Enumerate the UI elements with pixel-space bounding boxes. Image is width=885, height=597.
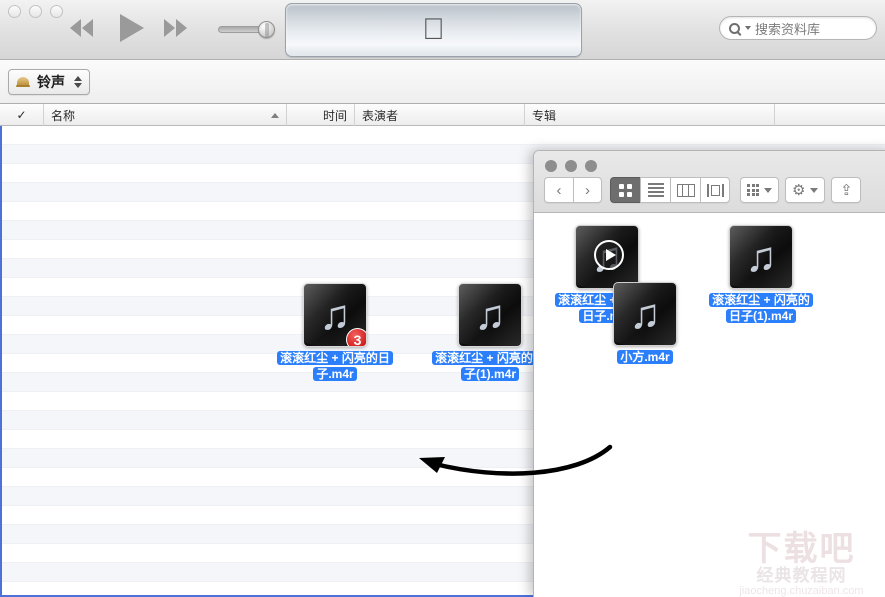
finder-file-grid[interactable]: ♫ 滚滚红尘 + 闪亮的日子.m4r ♫ 滚滚红尘 + 闪亮的日子(1).m4r <box>534 213 885 597</box>
volume-knob[interactable] <box>258 21 275 38</box>
itunes-titlebar:  搜索资料库 <box>0 0 885 60</box>
columns-icon <box>677 184 695 197</box>
search-dropdown-icon[interactable] <box>745 26 751 30</box>
finder-titlebar: ‹ › <box>534 151 885 213</box>
column-header-time[interactable]: 时间 <box>287 104 355 126</box>
gear-icon: ⚙ <box>792 183 805 198</box>
coverflow-icon <box>707 184 724 197</box>
audio-file-icon: ♫ <box>729 225 793 289</box>
column-view-button[interactable] <box>670 177 700 203</box>
music-note-icon: ♫ <box>614 283 676 345</box>
bell-icon <box>16 75 30 89</box>
grid-icon <box>619 184 632 197</box>
arrange-button[interactable] <box>740 177 779 203</box>
column-header-artist-label: 表演者 <box>362 107 398 124</box>
track-list-header: ✓ 名称 时间 表演者 专辑 <box>0 104 885 126</box>
share-button[interactable]: ⇪ <box>831 177 861 203</box>
finder-file-item[interactable]: ♫ 滚滚红尘 + 闪亮的日子(1).m4r <box>706 225 816 324</box>
drag-ghost-item: ♫ 3 滚滚红尘 + 闪亮的日子.m4r <box>275 283 395 382</box>
coverflow-view-button[interactable] <box>700 177 730 203</box>
icon-view-button[interactable] <box>610 177 640 203</box>
arrange-icon <box>747 184 759 196</box>
music-note-icon: ♫ <box>730 226 792 288</box>
stepper-icon[interactable] <box>74 76 82 88</box>
search-placeholder: 搜索资料库 <box>755 19 820 38</box>
window-traffic-lights <box>8 5 63 18</box>
track-row-empty <box>2 126 885 145</box>
play-icon[interactable] <box>120 14 144 42</box>
screenshot-root:  搜索资料库 铃声 铃声 iPhone <box>0 0 885 597</box>
audio-file-icon: ♫ <box>458 283 522 347</box>
search-field[interactable]: 搜索资料库 <box>719 16 877 40</box>
finder-nav-group: ‹ › <box>544 177 602 203</box>
finder-close-button[interactable] <box>545 160 557 172</box>
drag-ghost-filename: 滚滚红尘 + 闪亮的日子(1).m4r <box>430 350 550 382</box>
drag-ghost-filename: 滚滚红尘 + 闪亮的日子.m4r <box>275 350 395 382</box>
rewind-icon[interactable] <box>70 17 100 39</box>
drag-count-badge: 3 <box>346 328 367 347</box>
close-button[interactable] <box>8 5 21 18</box>
finder-view-mode-group <box>610 177 730 203</box>
list-icon <box>648 183 664 197</box>
music-note-icon: ♫ <box>459 284 521 346</box>
itunes-sub-toolbar: 铃声 铃声 iPhone iTu <box>0 60 885 104</box>
chevron-left-icon: ‹ <box>557 182 562 199</box>
column-header-album-label: 专辑 <box>532 107 556 124</box>
apple-logo-icon:  <box>422 15 445 45</box>
column-header-checkbox-label: ✓ <box>16 108 26 122</box>
finder-traffic-lights <box>545 160 597 172</box>
audio-file-icon: ♫ 3 <box>303 283 367 347</box>
media-kind-picker[interactable]: 铃声 <box>8 69 90 95</box>
finder-file-item[interactable]: ♫ 小方.m4r <box>590 282 700 365</box>
column-header-album[interactable]: 专辑 <box>525 104 775 126</box>
finder-file-label: 滚滚红尘 + 闪亮的日子(1).m4r <box>706 292 816 324</box>
finder-toolbar: ‹ › <box>544 177 885 203</box>
search-icon <box>729 23 740 34</box>
chevron-down-icon <box>764 188 772 193</box>
zoom-button[interactable] <box>50 5 63 18</box>
finder-zoom-button[interactable] <box>585 160 597 172</box>
chevron-down-icon <box>810 188 818 193</box>
play-overlay-icon[interactable] <box>594 240 624 270</box>
column-header-time-label: 时间 <box>323 107 347 124</box>
list-view-button[interactable] <box>640 177 670 203</box>
chevron-right-icon: › <box>585 182 590 199</box>
drag-ghost-item: ♫ 滚滚红尘 + 闪亮的日子(1).m4r <box>430 283 550 382</box>
share-icon: ⇪ <box>840 183 853 198</box>
action-menu-button[interactable]: ⚙ <box>785 177 825 203</box>
column-header-name-label: 名称 <box>51 107 75 124</box>
column-header-name[interactable]: 名称 <box>44 104 287 126</box>
minimize-button[interactable] <box>29 5 42 18</box>
playback-controls <box>70 14 194 42</box>
volume-slider[interactable] <box>218 22 278 36</box>
finder-minimize-button[interactable] <box>565 160 577 172</box>
finder-file-label: 小方.m4r <box>590 349 700 365</box>
forward-button[interactable]: › <box>573 177 602 203</box>
back-button[interactable]: ‹ <box>544 177 573 203</box>
sort-ascending-icon <box>271 113 279 118</box>
itunes-lcd-display[interactable]:  <box>285 3 582 57</box>
fastforward-icon[interactable] <box>164 17 194 39</box>
column-header-checkbox[interactable]: ✓ <box>0 104 44 126</box>
column-header-artist[interactable]: 表演者 <box>355 104 525 126</box>
finder-window: ‹ › <box>533 150 885 597</box>
audio-file-icon: ♫ <box>575 225 639 289</box>
media-kind-label: 铃声 <box>37 72 65 92</box>
audio-file-icon: ♫ <box>613 282 677 346</box>
